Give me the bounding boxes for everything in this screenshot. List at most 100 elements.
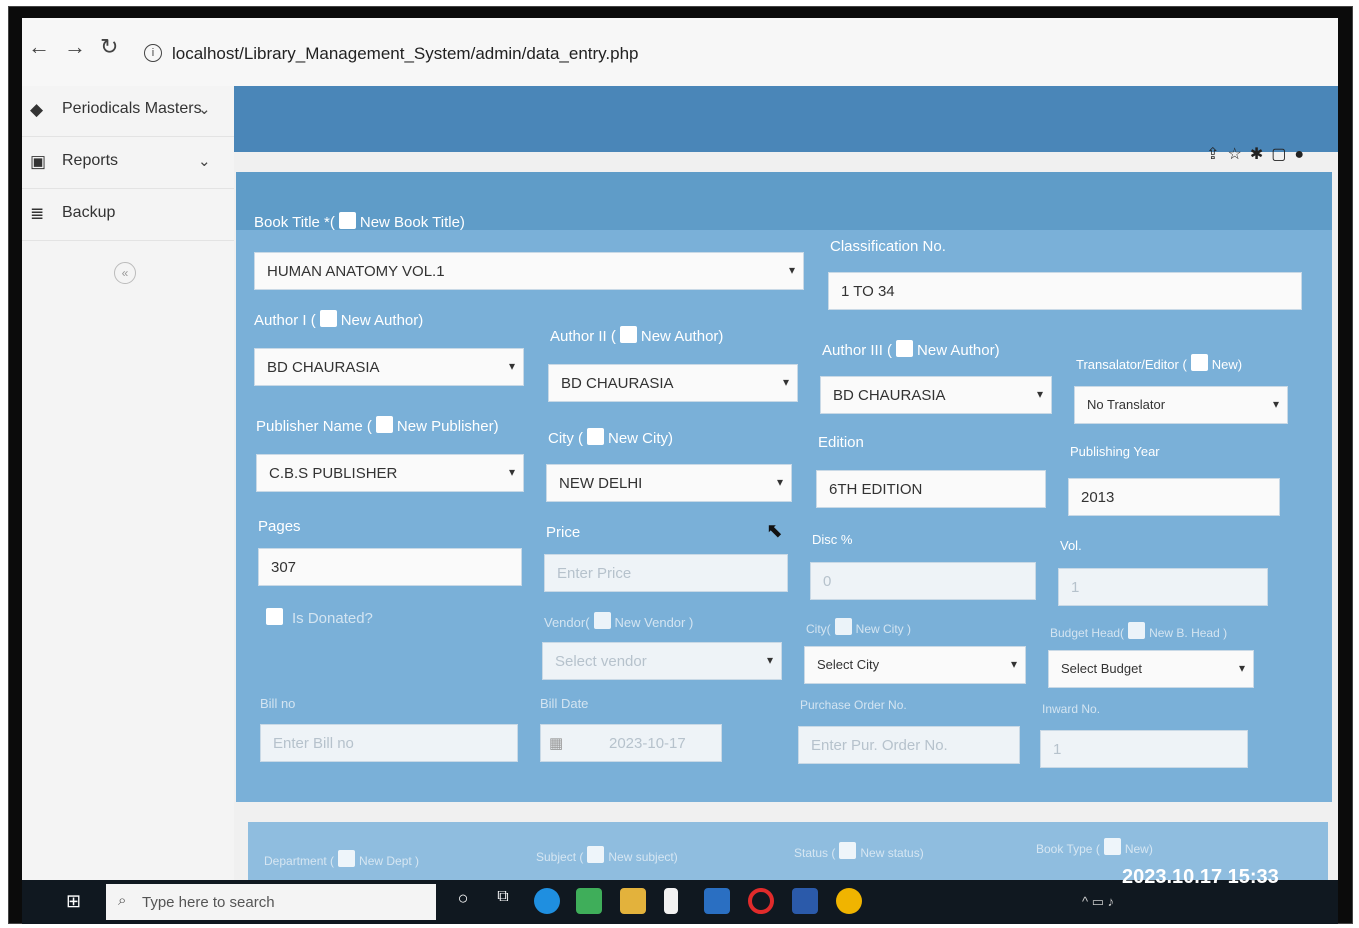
pages-input[interactable]: 307 bbox=[258, 548, 522, 586]
city2-label: City(New City ) bbox=[806, 618, 911, 636]
calculator-icon[interactable] bbox=[576, 888, 602, 914]
publisher-select[interactable]: C.B.S PUBLISHER ▾ bbox=[256, 454, 524, 492]
chevron-down-icon: ▾ bbox=[766, 653, 773, 667]
chevron-down-icon: ▾ bbox=[1036, 387, 1043, 401]
chevron-down-icon: ⌄ bbox=[198, 153, 211, 170]
notepad-icon[interactable] bbox=[664, 888, 678, 914]
back-icon[interactable]: ← bbox=[28, 34, 50, 60]
chevron-down-icon: ▾ bbox=[788, 263, 795, 277]
bill-date-label: Bill Date bbox=[540, 696, 589, 711]
donated-label: Is Donated? bbox=[292, 610, 373, 627]
book-title-label: Book Title *(New Book Title) bbox=[254, 212, 465, 231]
header-band bbox=[234, 86, 1338, 152]
budget-select[interactable]: Select Budget ▾ bbox=[1048, 650, 1254, 688]
url-bar[interactable]: localhost/Library_Management_System/admi… bbox=[172, 44, 639, 64]
sidebar: ◆ Periodicals Masters ⌄ ▣ Reports ⌄ ≣ Ba… bbox=[22, 86, 235, 892]
edition-input[interactable]: 6TH EDITION bbox=[816, 470, 1046, 508]
system-tray-icons[interactable]: ^ ▭ ♪ bbox=[1082, 894, 1114, 910]
main-content: ⇪☆✱▢● Book Title *(New Book Title) HUMAN… bbox=[234, 86, 1338, 892]
new-publisher-checkbox[interactable] bbox=[375, 416, 393, 433]
sidebar-item-backup[interactable]: ≣ Backup bbox=[22, 190, 234, 241]
chevron-down-icon: ⌄ bbox=[198, 101, 211, 118]
price-input[interactable]: Enter Price bbox=[544, 554, 788, 592]
database-icon: ≣ bbox=[30, 204, 45, 223]
budget-label: Budget Head(New B. Head ) bbox=[1050, 622, 1227, 640]
chevron-down-icon: ▾ bbox=[782, 375, 789, 389]
city2-select[interactable]: Select City ▾ bbox=[804, 646, 1026, 684]
chevron-down-icon: ▾ bbox=[1238, 661, 1245, 675]
new-author3-checkbox[interactable] bbox=[896, 340, 914, 357]
vol-input[interactable]: 1 bbox=[1058, 568, 1268, 606]
translator-select[interactable]: No Translator ▾ bbox=[1074, 386, 1288, 424]
author1-label: Author I (New Author) bbox=[254, 310, 424, 329]
bill-date-input[interactable]: ▦ 2023-10-17 bbox=[540, 724, 722, 762]
classification-input[interactable]: 1 TO 34 bbox=[828, 272, 1302, 310]
vendor-select[interactable]: Select vendor ▾ bbox=[542, 642, 782, 680]
new-dept-checkbox[interactable] bbox=[338, 850, 356, 867]
collapse-sidebar-button[interactable]: « bbox=[114, 262, 136, 284]
author3-select[interactable]: BD CHAURASIA ▾ bbox=[820, 376, 1052, 414]
new-translator-checkbox[interactable] bbox=[1190, 354, 1208, 371]
subject-label: Subject (New subject) bbox=[536, 846, 678, 864]
publishing-year-label: Publishing Year bbox=[1070, 444, 1160, 459]
chrome-icon[interactable] bbox=[836, 888, 862, 914]
book-entry-panel: Book Title *(New Book Title) HUMAN ANATO… bbox=[236, 172, 1332, 802]
new-book-title-checkbox[interactable] bbox=[338, 212, 356, 229]
new-city-checkbox[interactable] bbox=[587, 428, 604, 445]
new-vendor-checkbox[interactable] bbox=[593, 612, 611, 629]
chevron-down-icon: ▾ bbox=[1272, 397, 1279, 411]
tag-icon: ◆ bbox=[30, 100, 44, 119]
forward-icon[interactable]: → bbox=[64, 34, 86, 60]
book-title-select[interactable]: HUMAN ANATOMY VOL.1 ▾ bbox=[254, 252, 804, 290]
bill-no-input[interactable]: Enter Bill no bbox=[260, 724, 518, 762]
city-label: City (New City) bbox=[548, 428, 674, 447]
browser-extension-icons[interactable]: ⇪☆✱▢● bbox=[1206, 144, 1312, 164]
mail-icon[interactable] bbox=[704, 888, 730, 914]
new-budget-checkbox[interactable] bbox=[1128, 622, 1146, 639]
author2-label: Author II (New Author) bbox=[550, 326, 724, 345]
city-select[interactable]: NEW DELHI ▾ bbox=[546, 464, 792, 502]
publishing-year-input[interactable]: 2013 bbox=[1068, 478, 1280, 516]
new-author1-checkbox[interactable] bbox=[319, 310, 337, 327]
mouse-cursor-icon: ⬉ bbox=[766, 520, 783, 542]
task-view-icon[interactable]: ⧉ bbox=[490, 888, 516, 914]
book-type-label: Book Type (New) bbox=[1036, 838, 1153, 856]
inward-no-input[interactable]: 1 bbox=[1040, 730, 1248, 768]
donated-checkbox[interactable] bbox=[266, 608, 283, 625]
new-status-checkbox[interactable] bbox=[839, 842, 857, 859]
new-city2-checkbox[interactable] bbox=[834, 618, 852, 635]
new-subject-checkbox[interactable] bbox=[587, 846, 605, 863]
taskbar-search[interactable]: ⌕ Type here to search bbox=[106, 884, 436, 920]
windows-start-icon[interactable]: ⊞ bbox=[66, 892, 84, 910]
chevron-down-icon: ▾ bbox=[776, 475, 783, 489]
author1-select[interactable]: BD CHAURASIA ▾ bbox=[254, 348, 524, 386]
file-explorer-icon[interactable] bbox=[620, 888, 646, 914]
translator-label: Transalator/Editor (New) bbox=[1076, 354, 1242, 372]
sidebar-item-periodicals-masters[interactable]: ◆ Periodicals Masters ⌄ bbox=[22, 86, 234, 137]
author2-select[interactable]: BD CHAURASIA ▾ bbox=[548, 364, 798, 402]
site-info-icon[interactable]: i bbox=[144, 44, 162, 62]
status-label: Status (New status) bbox=[794, 842, 924, 860]
report-icon: ▣ bbox=[30, 152, 47, 171]
reload-icon[interactable]: ↻ bbox=[100, 34, 118, 60]
pages-label: Pages bbox=[258, 518, 301, 535]
browser-toolbar: ← → ↻ i localhost/Library_Management_Sys… bbox=[22, 18, 1338, 87]
opera-icon[interactable] bbox=[748, 888, 774, 914]
sidebar-item-label: Periodicals Masters bbox=[62, 100, 202, 117]
new-author2-checkbox[interactable] bbox=[619, 326, 637, 343]
purchase-order-input[interactable]: Enter Pur. Order No. bbox=[798, 726, 1020, 764]
disc-label: Disc % bbox=[812, 532, 853, 547]
disc-input[interactable]: 0 bbox=[810, 562, 1036, 600]
purchase-order-label: Purchase Order No. bbox=[800, 698, 907, 712]
chevron-down-icon: ▾ bbox=[1010, 657, 1017, 671]
bill-no-label: Bill no bbox=[260, 696, 296, 711]
edge-icon[interactable] bbox=[534, 888, 560, 914]
screen: ← → ↻ i localhost/Library_Management_Sys… bbox=[22, 18, 1338, 924]
new-book-type-checkbox[interactable] bbox=[1103, 838, 1121, 855]
sidebar-item-reports[interactable]: ▣ Reports ⌄ bbox=[22, 138, 234, 189]
word-icon[interactable] bbox=[792, 888, 818, 914]
sidebar-item-label: Reports bbox=[62, 152, 119, 169]
author3-label: Author III (New Author) bbox=[822, 340, 1000, 359]
cortana-icon[interactable]: ○ bbox=[450, 888, 476, 914]
department-label: Department (New Dept ) bbox=[264, 850, 419, 868]
